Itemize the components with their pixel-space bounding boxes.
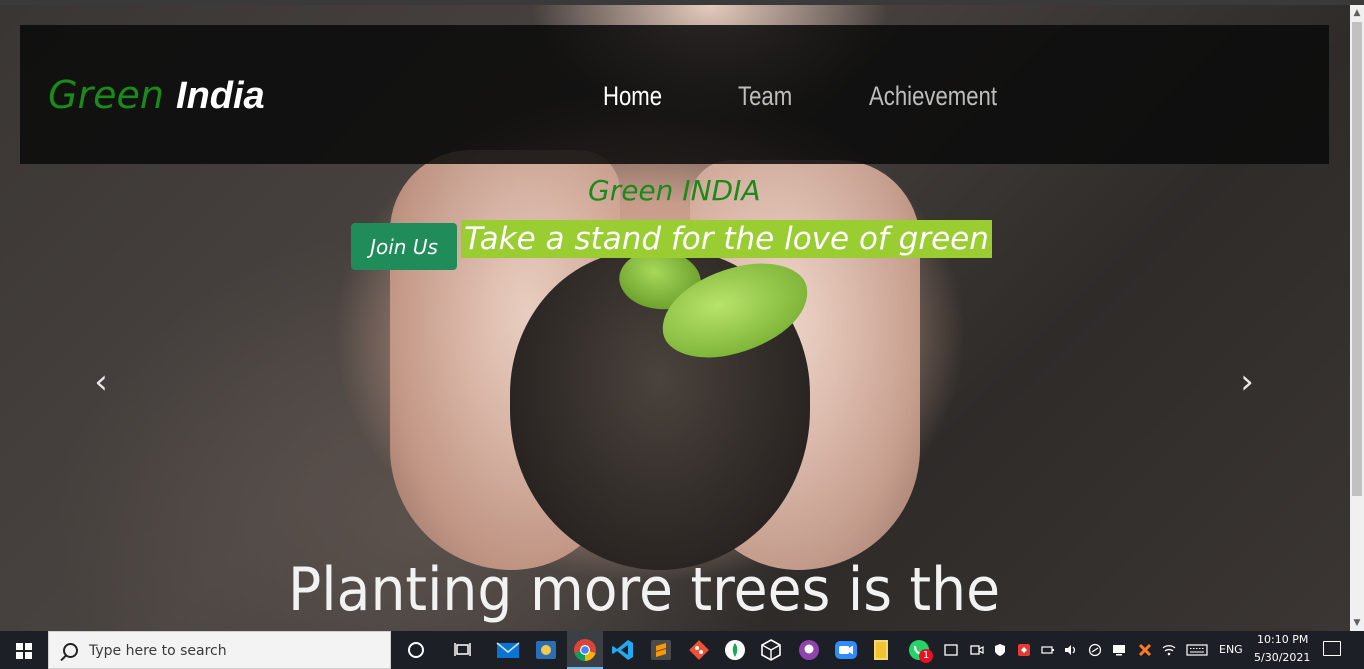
- join-us-button[interactable]: Join Us: [351, 223, 457, 270]
- mongodb-compass-icon[interactable]: [722, 637, 748, 663]
- defender-tray-icon[interactable]: [1088, 643, 1102, 657]
- meet-now-icon[interactable]: [970, 643, 984, 657]
- file-explorer-icon[interactable]: [868, 637, 894, 663]
- virtualbox-icon[interactable]: [758, 637, 784, 663]
- brand-second-word: India: [176, 75, 265, 117]
- search-icon-handle: [60, 654, 67, 662]
- brand-first-word: Green: [48, 73, 164, 117]
- nav-team[interactable]: Team: [738, 78, 792, 114]
- browser-viewport: Green India Home Team Achievement Green …: [0, 0, 1364, 631]
- page-scrollbar[interactable]: ▲ ▼: [1350, 5, 1364, 631]
- cortana-icon[interactable]: [408, 642, 424, 658]
- task-view-icon[interactable]: [450, 637, 476, 663]
- windows-taskbar: Type here to search 1 ENG 10:10 PM 5/30/…: [0, 631, 1364, 669]
- mail-icon[interactable]: [495, 637, 521, 663]
- volume-icon[interactable]: [1064, 643, 1078, 657]
- antivirus-tray-icon[interactable]: [1017, 643, 1031, 657]
- sublime-text-icon[interactable]: [648, 637, 674, 663]
- windows-logo-icon: [16, 643, 32, 659]
- scroll-down-arrow-icon[interactable]: ▼: [1350, 615, 1364, 631]
- carousel-next-arrow-icon[interactable]: ›: [1232, 364, 1262, 400]
- wifi-icon[interactable]: [1162, 643, 1176, 657]
- hero-subtitle: Green INDIA: [588, 174, 761, 207]
- nav-achievement[interactable]: Achievement: [869, 78, 997, 114]
- git-icon[interactable]: [686, 637, 712, 663]
- onenote-tray-icon[interactable]: [944, 643, 958, 657]
- zoom-icon[interactable]: [833, 637, 859, 663]
- carousel-prev-arrow-icon[interactable]: ‹: [86, 364, 116, 400]
- security-tray-icon[interactable]: [993, 643, 1007, 657]
- scroll-thumb[interactable]: [1352, 22, 1362, 496]
- start-button[interactable]: [0, 631, 48, 669]
- vscode-icon[interactable]: [610, 637, 636, 663]
- nav-home[interactable]: Home: [603, 78, 662, 114]
- taskbar-search-box[interactable]: Type here to search: [48, 631, 391, 669]
- github-desktop-icon[interactable]: [796, 637, 822, 663]
- clock-time[interactable]: 10:10 PM: [1257, 633, 1308, 646]
- hero-tagline: Take a stand for the love of green: [461, 220, 992, 258]
- whatsapp-notification-badge: 1: [919, 649, 933, 663]
- input-language[interactable]: ENG: [1219, 643, 1243, 656]
- xampp-tray-icon[interactable]: [1138, 643, 1152, 657]
- search-placeholder: Type here to search: [89, 643, 227, 659]
- chrome-icon[interactable]: [572, 637, 598, 663]
- brand-logo[interactable]: Green India: [48, 70, 265, 121]
- battery-icon[interactable]: [1041, 643, 1055, 657]
- scroll-up-arrow-icon[interactable]: ▲: [1350, 5, 1364, 21]
- photos-icon[interactable]: [533, 637, 559, 663]
- action-center-icon[interactable]: [1323, 641, 1341, 656]
- keyboard-icon[interactable]: [1186, 643, 1208, 657]
- display-tray-icon[interactable]: [1112, 643, 1126, 657]
- hero-image-caption: Planting more trees is the: [288, 555, 1001, 625]
- clock-date[interactable]: 5/30/2021: [1254, 651, 1310, 664]
